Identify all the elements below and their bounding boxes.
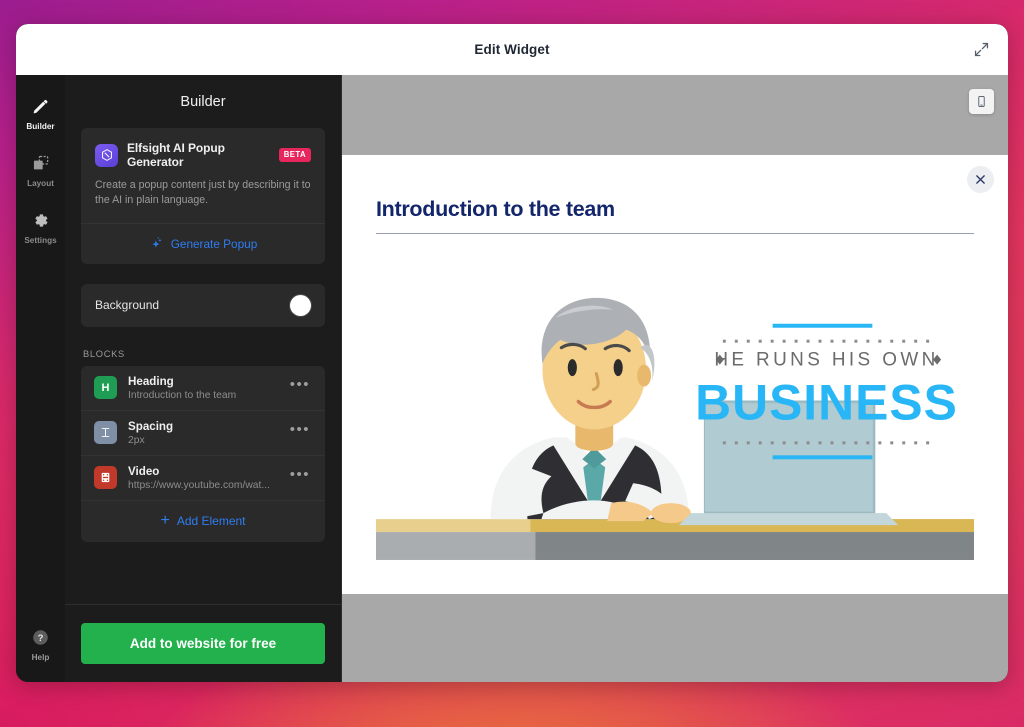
close-x-icon[interactable] <box>967 166 994 193</box>
sidebar-item-layout-label: Layout <box>27 179 54 188</box>
pencil-icon <box>30 96 51 117</box>
sparkles-icon <box>149 236 164 251</box>
block-text: Heading Introduction to the team <box>128 375 277 401</box>
background-color-swatch[interactable] <box>290 294 311 316</box>
builder-panel: Builder Elfsight AI Popup Generator BETA… <box>65 75 342 682</box>
caption-small: HE RUNS HIS OWN <box>714 350 938 371</box>
heading-underline <box>376 233 974 234</box>
block-title: Heading <box>128 374 174 388</box>
ellipsis-icon[interactable]: ••• <box>288 466 312 489</box>
question-mark-icon: ? <box>30 627 51 648</box>
ai-card-description: Create a popup content just by describin… <box>95 179 311 207</box>
sidebar-item-builder[interactable]: Builder <box>16 89 65 137</box>
add-element-button[interactable]: + Add Element <box>81 501 325 542</box>
man-working-at-laptop-illustration: HE RUNS HIS OWN BUSINESS <box>376 252 974 565</box>
spacing-icon <box>94 421 117 445</box>
video-icon <box>94 466 117 490</box>
popup-heading: Introduction to the team <box>376 197 615 221</box>
svg-text:?: ? <box>38 633 44 644</box>
ai-card-header: Elfsight AI Popup Generator BETA <box>95 141 311 169</box>
add-to-website-button[interactable]: Add to website for free <box>81 623 325 664</box>
ai-popup-generator-card: Elfsight AI Popup Generator BETA Create … <box>81 128 325 264</box>
ellipsis-icon[interactable]: ••• <box>288 376 312 399</box>
beta-badge: BETA <box>278 148 311 162</box>
sidebar-item-builder-label: Builder <box>26 122 55 131</box>
panel-content: Elfsight AI Popup Generator BETA Create … <box>65 128 341 604</box>
sidebar-item-layout[interactable]: Layout <box>16 146 65 194</box>
left-nav-rail: Builder Layout Settings ? Help <box>16 75 65 682</box>
video-block-preview[interactable]: HE RUNS HIS OWN BUSINESS <box>376 252 974 566</box>
heading-icon: H <box>94 376 117 400</box>
window-titlebar: Edit Widget <box>16 24 1008 75</box>
mobile-phone-icon[interactable] <box>969 89 994 114</box>
caption-large: BUSINESS <box>695 374 958 430</box>
generate-popup-label: Generate Popup <box>170 236 258 251</box>
background-label: Background <box>95 298 160 313</box>
block-text: Video https://www.youtube.com/wat... <box>128 465 277 491</box>
gear-icon <box>30 210 51 231</box>
edit-widget-window: Edit Widget Builder Layout Settings ? He… <box>16 24 1008 682</box>
elfsight-logo-icon <box>95 143 118 167</box>
ai-card-body: Elfsight AI Popup Generator BETA Create … <box>81 128 325 223</box>
block-text: Spacing 2px <box>128 420 277 446</box>
sidebar-item-help[interactable]: ? Help <box>16 620 65 668</box>
preview-canvas: Introduction to the team HE RUNS HIS OWN… <box>342 75 1008 682</box>
block-row-video[interactable]: Video https://www.youtube.com/wat... ••• <box>81 456 325 501</box>
panel-title: Builder <box>180 93 226 110</box>
layout-icon <box>30 153 51 174</box>
add-element-label: Add Element <box>176 514 246 529</box>
panel-footer: Add to website for free <box>65 604 341 682</box>
expand-diagonal-icon[interactable] <box>970 39 992 61</box>
sidebar-item-help-label: Help <box>31 653 50 662</box>
block-subtitle: 2px <box>128 434 145 446</box>
generate-popup-button[interactable]: Generate Popup <box>81 222 325 264</box>
background-setting-row[interactable]: Background <box>81 283 325 327</box>
sidebar-item-settings[interactable]: Settings <box>16 203 65 251</box>
block-subtitle: https://www.youtube.com/wat... <box>128 479 270 491</box>
panel-header: Builder <box>65 75 341 128</box>
popup-preview: Introduction to the team HE RUNS HIS OWN… <box>342 155 1008 594</box>
block-title: Spacing <box>128 419 174 433</box>
blocks-section-label: BLOCKS <box>83 348 125 359</box>
sidebar-item-settings-label: Settings <box>24 236 57 245</box>
window-body: Builder Layout Settings ? Help Builder E… <box>16 75 1008 682</box>
plus-icon: + <box>160 512 170 530</box>
block-row-spacing[interactable]: Spacing 2px ••• <box>81 411 325 456</box>
ellipsis-icon[interactable]: ••• <box>288 421 312 444</box>
ai-card-title: Elfsight AI Popup Generator <box>127 141 225 169</box>
block-subtitle: Introduction to the team <box>128 389 237 401</box>
window-title: Edit Widget <box>474 42 550 57</box>
block-title: Video <box>128 464 160 478</box>
blocks-list: H Heading Introduction to the team ••• S… <box>81 365 325 542</box>
block-row-heading[interactable]: H Heading Introduction to the team ••• <box>81 366 325 411</box>
